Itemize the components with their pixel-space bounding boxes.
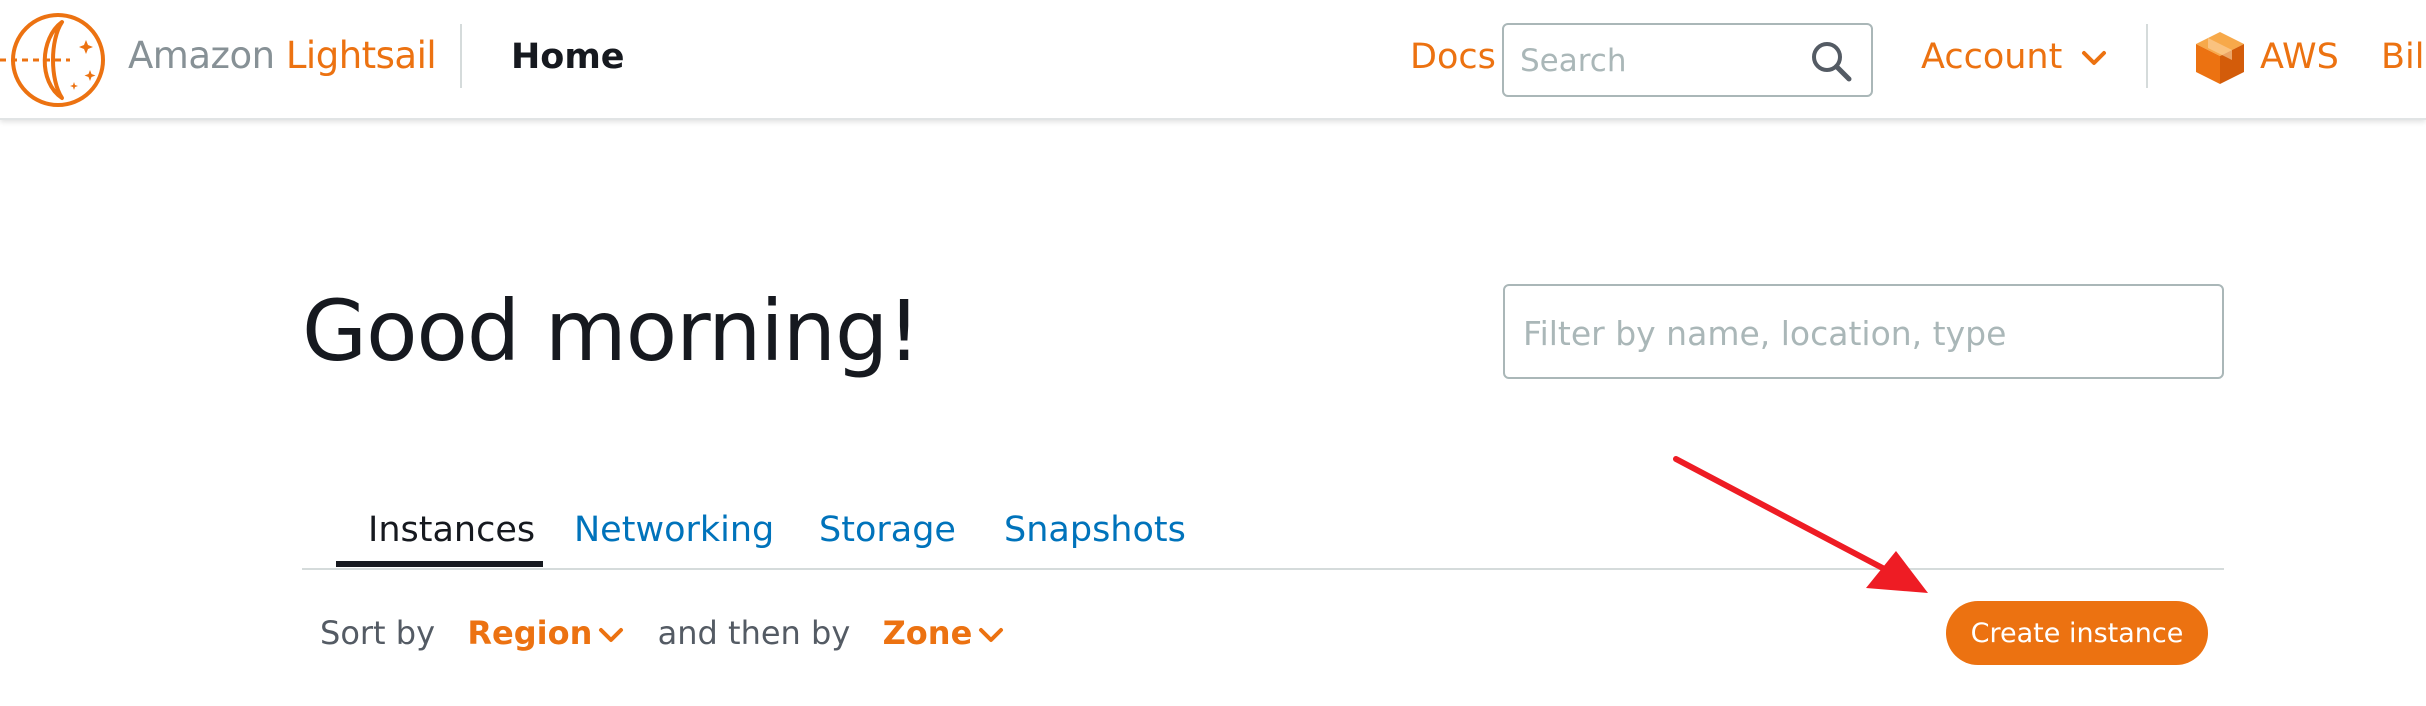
- sort-primary-value: Region: [467, 614, 593, 652]
- chevron-down-icon: [979, 628, 1004, 642]
- nav-divider: [460, 24, 462, 88]
- nav-billing-link[interactable]: Bill: [2381, 37, 2426, 77]
- brand-prefix: Amazon: [128, 34, 275, 77]
- top-navigation-bar: Amazon Lightsail Home Docs Account AWS B…: [0, 0, 2426, 120]
- page-greeting: Good morning!: [302, 282, 921, 380]
- brand-product: Lightsail: [285, 34, 437, 77]
- sort-secondary-value: Zone: [882, 614, 973, 652]
- tab-instances[interactable]: Instances: [368, 510, 535, 550]
- sort-secondary-dropdown[interactable]: Zone: [883, 614, 1005, 652]
- search-input[interactable]: [1520, 41, 1790, 81]
- red-arrow-icon: [1673, 456, 1928, 593]
- search-field[interactable]: [1502, 23, 1873, 97]
- tab-snapshots[interactable]: Snapshots: [1004, 510, 1186, 550]
- nav-docs-link[interactable]: Docs: [1410, 37, 1496, 77]
- tab-storage[interactable]: Storage: [819, 510, 956, 550]
- account-menu[interactable]: Account: [1921, 37, 2107, 77]
- sort-middle-label: and then by: [657, 614, 851, 652]
- sort-prefix-label: Sort by: [320, 614, 436, 652]
- lightsail-logo-icon[interactable]: [0, 10, 110, 110]
- nav-home-link[interactable]: Home: [511, 37, 625, 77]
- account-label: Account: [1921, 37, 2063, 77]
- create-instance-button[interactable]: Create instance: [1946, 601, 2208, 665]
- nav-aws-link[interactable]: AWS: [2260, 37, 2339, 77]
- tab-networking[interactable]: Networking: [574, 510, 774, 550]
- chevron-down-icon: [599, 628, 624, 642]
- sort-controls: Sort by Region and then by Zone: [320, 614, 1004, 652]
- filter-input[interactable]: [1523, 312, 2203, 354]
- search-icon[interactable]: [1809, 39, 1853, 83]
- sort-primary-dropdown[interactable]: Region: [467, 614, 635, 652]
- resource-filter-field[interactable]: [1503, 284, 2224, 379]
- chevron-down-icon: [2082, 51, 2107, 65]
- nav-divider: [2146, 24, 2148, 88]
- active-tab-indicator: [336, 561, 543, 567]
- aws-cube-icon[interactable]: [2194, 30, 2246, 86]
- brand-name[interactable]: Amazon Lightsail: [128, 34, 437, 77]
